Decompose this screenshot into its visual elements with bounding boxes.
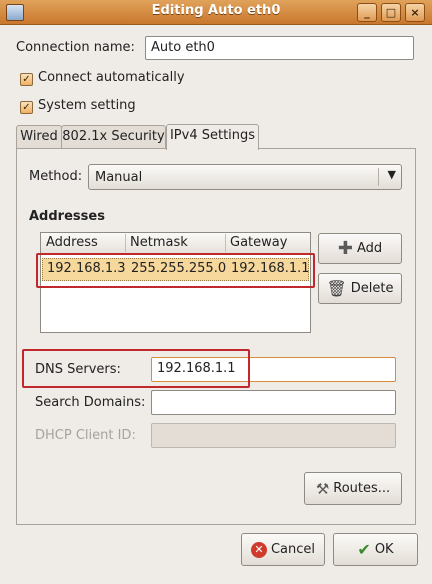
column-header-netmask[interactable]: Netmask <box>130 235 188 250</box>
delete-button[interactable]: 🗑 Delete <box>318 273 402 304</box>
method-dropdown[interactable]: Manual ▼ <box>88 164 402 190</box>
add-button[interactable]: ✚ Add <box>318 233 402 264</box>
tab-ipv4-settings[interactable]: IPv4 Settings <box>166 124 259 150</box>
system-setting-label: System setting <box>38 98 136 113</box>
ok-button-label: OK <box>374 542 394 557</box>
system-setting-checkbox[interactable]: ✓ <box>20 101 33 114</box>
column-divider <box>125 234 126 252</box>
tab-wired[interactable]: Wired <box>16 125 62 149</box>
connect-automatically-checkbox[interactable]: ✓ <box>20 73 33 86</box>
method-value: Manual <box>95 169 143 185</box>
dropdown-separator <box>378 168 379 186</box>
tools-icon: ⚒ <box>315 479 330 498</box>
connection-name-label: Connection name: <box>16 40 135 55</box>
connect-automatically-label: Connect automatically <box>38 70 185 85</box>
delete-button-label: Delete <box>350 281 394 296</box>
annotation-dns-box <box>22 349 250 388</box>
dhcp-client-id-label: DHCP Client ID: <box>35 428 136 443</box>
search-domains-input[interactable] <box>151 390 396 415</box>
minimize-button[interactable]: _ <box>357 3 377 22</box>
dhcp-client-id-input <box>151 423 396 448</box>
maximize-button[interactable]: □ <box>381 3 401 22</box>
tab-802-1x-security[interactable]: 802.1x Security <box>61 125 166 149</box>
annotation-highlight-row <box>36 253 315 288</box>
cancel-button[interactable]: ✕ Cancel <box>241 533 325 566</box>
checkmark-icon: ✔ <box>357 540 371 559</box>
column-header-address[interactable]: Address <box>46 235 98 250</box>
routes-button-label: Routes... <box>333 481 391 496</box>
trash-icon: 🗑 <box>326 279 347 298</box>
cancel-icon: ✕ <box>250 541 267 558</box>
method-label: Method: <box>29 169 83 184</box>
routes-button[interactable]: ⚒ Routes... <box>304 472 402 505</box>
column-header-gateway[interactable]: Gateway <box>230 235 287 250</box>
plus-icon: ✚ <box>337 238 353 259</box>
close-button[interactable]: × <box>405 3 425 22</box>
ok-button[interactable]: ✔ OK <box>333 533 418 566</box>
addresses-heading: Addresses <box>29 209 105 224</box>
ipv4-settings-panel <box>16 148 416 525</box>
chevron-down-icon: ▼ <box>387 168 396 181</box>
connection-name-input[interactable]: Auto eth0 <box>145 36 414 60</box>
column-divider <box>225 234 226 252</box>
addresses-table-header: Address Netmask Gateway <box>41 233 310 254</box>
add-button-label: Add <box>356 241 383 256</box>
cancel-button-label: Cancel <box>270 542 316 557</box>
search-domains-label: Search Domains: <box>35 395 146 410</box>
